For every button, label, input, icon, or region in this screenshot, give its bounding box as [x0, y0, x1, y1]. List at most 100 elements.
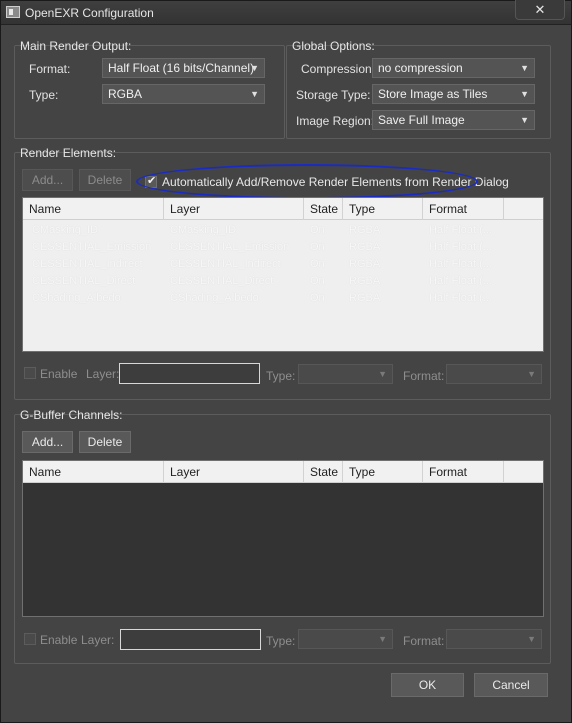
- table-row[interactable]: CESSENTIAL_Indirect CESSENTIAL_Indirect …: [23, 256, 543, 273]
- gbuffer-delete-button[interactable]: Delete: [79, 431, 131, 453]
- cell-state: On: [310, 224, 325, 236]
- cell-type: RGBA: [349, 292, 381, 304]
- cell-type: RGBA: [349, 258, 381, 270]
- column-header-type[interactable]: Type: [343, 461, 423, 483]
- cell-layer: CESSENTIAL_Emission: [170, 241, 290, 253]
- cancel-button[interactable]: Cancel: [474, 673, 548, 697]
- format-value: Half Float (16 bits/Channel): [108, 61, 255, 75]
- global-options-label: Global Options:: [292, 39, 375, 53]
- gbuffer-type-select[interactable]: ▼: [298, 629, 393, 649]
- gbuffer-table[interactable]: Name Layer State Type Format: [22, 460, 544, 617]
- compression-value: no compression: [378, 61, 463, 75]
- gbuffer-channels-label: G-Buffer Channels:: [20, 408, 123, 422]
- image-region-select[interactable]: Save Full Image ▼: [372, 110, 535, 130]
- table-body: [23, 483, 543, 616]
- render-elements-type-select[interactable]: ▼: [298, 364, 393, 384]
- app-icon: [6, 6, 20, 18]
- column-header-layer[interactable]: Layer: [164, 461, 304, 483]
- cell-state: On: [310, 275, 325, 287]
- chevron-down-icon: ▼: [520, 89, 529, 99]
- column-header-format[interactable]: Format: [423, 198, 504, 220]
- gbuffer-format-select[interactable]: ▼: [446, 629, 542, 649]
- gbuffer-layer-label: Layer:: [81, 633, 115, 647]
- close-button[interactable]: ✕: [515, 0, 565, 20]
- cell-name: CESSENTIAL_Indirect: [32, 258, 143, 270]
- type-select[interactable]: RGBA ▼: [102, 84, 265, 104]
- render-elements-layer-label: Layer:: [86, 367, 120, 381]
- render-elements-add-button[interactable]: Add...: [22, 169, 73, 191]
- title-bar[interactable]: OpenEXR Configuration: [1, 1, 571, 25]
- storage-type-select[interactable]: Store Image as Tiles ▼: [372, 84, 535, 104]
- gbuffer-enable-checkbox[interactable]: [24, 633, 36, 645]
- table-row[interactable]: CShading_Albedo CShading_Albedo On RGBA …: [23, 290, 543, 307]
- format-select[interactable]: Half Float (16 bits/Channel) ▼: [102, 58, 265, 78]
- table-header: Name Layer State Type Format: [23, 461, 543, 483]
- cell-format: Half Float (...: [429, 241, 492, 253]
- column-header-type[interactable]: Type: [343, 198, 423, 220]
- storage-type-label: Storage Type:: [296, 88, 371, 102]
- render-elements-delete-button[interactable]: Delete: [79, 169, 131, 191]
- cell-name: CESSENTIAL_Direct: [32, 275, 136, 287]
- column-header-name[interactable]: Name: [23, 461, 164, 483]
- chevron-down-icon: ▼: [250, 89, 259, 99]
- cell-state: On: [310, 241, 325, 253]
- cell-type: RGBA: [349, 275, 381, 287]
- table-row[interactable]: CMasking_ID CMasking_ID On RGBA Half Flo…: [23, 222, 543, 239]
- cell-type: RGBA: [349, 224, 381, 236]
- chevron-down-icon: ▼: [527, 634, 536, 644]
- annotation-oval: [136, 164, 478, 199]
- chevron-down-icon: ▼: [520, 115, 529, 125]
- cell-layer: CESSENTIAL_Indirect: [170, 258, 281, 270]
- type-label: Type:: [29, 88, 59, 102]
- image-region-label: Image Region:: [296, 114, 375, 128]
- format-label: Format:: [29, 62, 71, 76]
- column-header-state[interactable]: State: [304, 461, 343, 483]
- table-body: CMasking_ID CMasking_ID On RGBA Half Flo…: [23, 220, 543, 351]
- cell-layer: CESSENTIAL_Direct: [170, 275, 274, 287]
- chevron-down-icon: ▼: [520, 63, 529, 73]
- render-elements-format-label: Format:: [403, 369, 445, 383]
- window-title: OpenEXR Configuration: [25, 6, 154, 20]
- render-elements-enable-label: Enable: [40, 367, 78, 381]
- compression-select[interactable]: no compression ▼: [372, 58, 535, 78]
- cell-format: Half Float (...: [429, 292, 492, 304]
- compression-label: Compression:: [301, 62, 376, 76]
- column-header-format[interactable]: Format: [423, 461, 504, 483]
- table-row[interactable]: CESSENTIAL_Emission CESSENTIAL_Emission …: [23, 239, 543, 256]
- render-elements-type-label: Type:: [266, 369, 296, 383]
- render-elements-enable-checkbox[interactable]: [24, 367, 36, 379]
- render-elements-table[interactable]: Name Layer State Type Format CMasking_ID…: [22, 197, 544, 352]
- cell-state: On: [310, 292, 325, 304]
- chevron-down-icon: ▼: [378, 634, 387, 644]
- render-elements-layer-input[interactable]: [119, 363, 260, 384]
- cell-name: CShading_Albedo: [32, 292, 121, 304]
- render-elements-label: Render Elements:: [20, 146, 117, 160]
- gbuffer-add-button[interactable]: Add...: [22, 431, 73, 453]
- gbuffer-enable-label: Enable: [40, 633, 78, 647]
- gbuffer-format-label: Format:: [403, 634, 445, 648]
- cell-state: On: [310, 258, 325, 270]
- chevron-down-icon: ▼: [527, 369, 536, 379]
- column-header-state[interactable]: State: [304, 198, 343, 220]
- chevron-down-icon: ▼: [250, 63, 259, 73]
- cell-format: Half Float (...: [429, 224, 492, 236]
- ok-button[interactable]: OK: [391, 673, 464, 697]
- image-region-value: Save Full Image: [378, 113, 465, 127]
- gbuffer-type-label: Type:: [266, 634, 296, 648]
- cell-name: CMasking_ID: [32, 224, 99, 236]
- cell-name: CESSENTIAL_Emission: [32, 241, 152, 253]
- cell-type: RGBA: [349, 241, 381, 253]
- close-icon: ✕: [534, 2, 546, 17]
- openexr-config-dialog: OpenEXR Configuration ✕ Main Render Outp…: [0, 0, 572, 723]
- chevron-down-icon: ▼: [378, 369, 387, 379]
- type-value: RGBA: [108, 87, 143, 101]
- storage-type-value: Store Image as Tiles: [378, 87, 488, 101]
- column-header-name[interactable]: Name: [23, 198, 164, 220]
- table-row[interactable]: CESSENTIAL_Direct CESSENTIAL_Direct On R…: [23, 273, 543, 290]
- table-header: Name Layer State Type Format: [23, 198, 543, 220]
- render-elements-format-select[interactable]: ▼: [446, 364, 542, 384]
- cell-layer: CMasking_ID: [170, 224, 237, 236]
- gbuffer-layer-input[interactable]: [120, 629, 261, 650]
- main-render-output-label: Main Render Output:: [20, 39, 132, 53]
- column-header-layer[interactable]: Layer: [164, 198, 304, 220]
